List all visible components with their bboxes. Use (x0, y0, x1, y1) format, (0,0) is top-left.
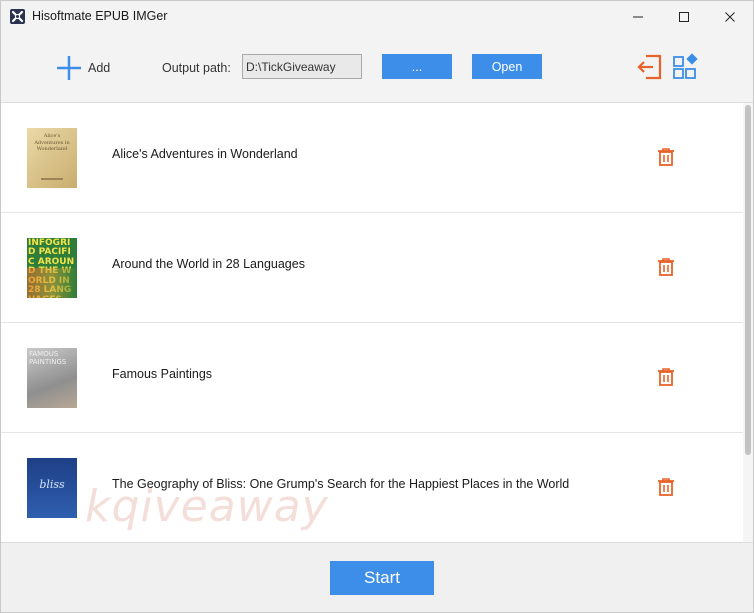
book-title: Around the World in 28 Languages (112, 257, 305, 271)
trash-icon (658, 368, 674, 386)
title-bar: Hisoftmate EPUB IMGer (1, 1, 753, 32)
list-item[interactable]: INFOGRID PACIFIC AROUND THE WORLD IN 28 … (1, 213, 743, 323)
list-item[interactable]: FAMOUS PAINTINGS Famous Paintings (1, 323, 743, 433)
add-label: Add (88, 61, 111, 75)
app-icon (10, 9, 25, 24)
app-window: Hisoftmate EPUB IMGer Add Output path: .… (0, 0, 754, 613)
browse-button[interactable]: ... (382, 54, 452, 79)
exit-icon (637, 54, 662, 80)
book-title: Alice's Adventures in Wonderland (112, 147, 298, 161)
trash-icon (658, 148, 674, 166)
close-icon (725, 11, 735, 22)
maximize-icon (679, 11, 689, 22)
cover-text: bliss (39, 478, 65, 491)
delete-button[interactable] (656, 147, 676, 167)
cover-art (27, 268, 77, 298)
scroll-thumb[interactable] (745, 105, 751, 455)
book-title: Famous Paintings (112, 367, 213, 381)
watermark: kqiveaway (85, 481, 329, 532)
book-cover: Alice's Adventures in Wonderland (27, 128, 77, 188)
book-cover: bliss (27, 458, 77, 518)
output-path-input[interactable] (242, 54, 362, 79)
trash-icon (658, 258, 674, 276)
apps-icon (673, 53, 698, 79)
book-cover: FAMOUS PAINTINGS (27, 348, 77, 408)
minimize-icon (633, 16, 643, 17)
close-button[interactable] (707, 1, 753, 32)
plus-icon (57, 56, 81, 80)
minimize-button[interactable] (615, 1, 661, 32)
output-path-label: Output path: (162, 61, 231, 75)
trash-icon (658, 478, 674, 496)
delete-button[interactable] (656, 477, 676, 497)
book-list: Alice's Adventures in Wonderland Alice's… (1, 102, 753, 542)
exit-button[interactable] (636, 53, 664, 81)
toolbar: Add Output path: ... Open (1, 32, 753, 102)
apps-button[interactable] (672, 53, 700, 81)
scrollbar[interactable] (743, 103, 753, 542)
cover-text: FAMOUS PAINTINGS (29, 350, 67, 366)
list-item[interactable]: Alice's Adventures in Wonderland Alice's… (1, 103, 743, 213)
book-cover: INFOGRID PACIFIC AROUND THE WORLD IN 28 … (27, 238, 77, 298)
footer: Start (1, 542, 753, 612)
open-folder-button[interactable]: Open (472, 54, 542, 79)
delete-button[interactable] (656, 257, 676, 277)
cover-author-line (41, 178, 63, 180)
maximize-button[interactable] (661, 1, 707, 32)
start-button[interactable]: Start (330, 561, 434, 595)
window-title: Hisoftmate EPUB IMGer (32, 9, 168, 23)
delete-button[interactable] (656, 367, 676, 387)
add-button[interactable]: Add (55, 55, 110, 81)
cover-text: Alice's Adventures in Wonderland (34, 133, 70, 152)
